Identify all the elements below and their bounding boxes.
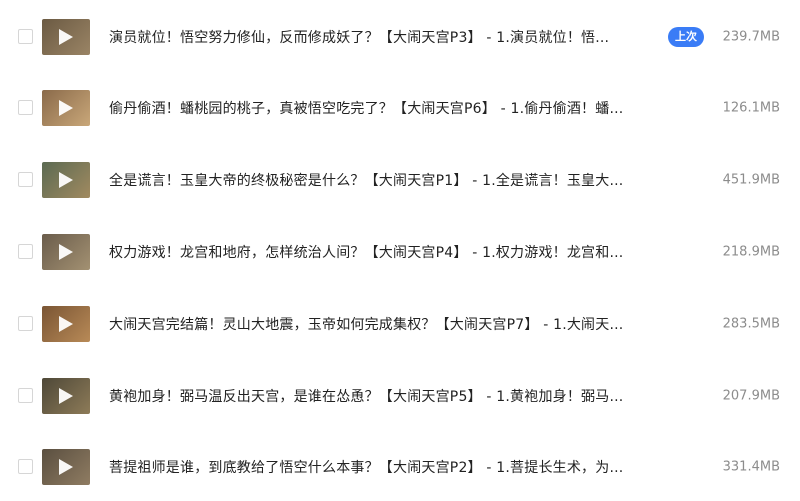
video-file-list: 演员就位！悟空努力修仙，反而修成妖了？【大闹天宫P3】 - 1.演员就位！悟..… <box>0 0 800 501</box>
last-watched-badge: 上次 <box>668 27 704 47</box>
file-size: 283.5MB <box>722 316 780 332</box>
play-icon <box>59 29 73 45</box>
play-icon <box>59 244 73 260</box>
play-icon <box>59 100 73 116</box>
select-checkbox[interactable] <box>18 100 33 115</box>
list-item[interactable]: 全是谎言！玉皇大帝的终极秘密是什么？【大闹天宫P1】 - 1.全是谎言！玉皇大.… <box>0 150 800 210</box>
list-item[interactable]: 大闹天宫完结篇！灵山大地震，玉帝如何完成集权？【大闹天宫P7】 - 1.大闹天.… <box>0 294 800 354</box>
select-checkbox[interactable] <box>18 316 33 331</box>
video-title[interactable]: 演员就位！悟空努力修仙，反而修成妖了？【大闹天宫P3】 - 1.演员就位！悟..… <box>109 27 609 47</box>
play-icon <box>59 172 73 188</box>
list-item[interactable]: 菩提祖师是谁，到底教给了悟空什么本事？【大闹天宫P2】 - 1.菩提长生术，为.… <box>0 437 800 497</box>
play-icon <box>59 388 73 404</box>
select-checkbox[interactable] <box>18 244 33 259</box>
play-icon <box>59 316 73 332</box>
video-thumbnail[interactable] <box>42 19 90 55</box>
file-size: 126.1MB <box>722 100 780 116</box>
video-thumbnail[interactable] <box>42 90 90 126</box>
select-checkbox[interactable] <box>18 172 33 187</box>
list-item[interactable]: 偷丹偷酒！蟠桃园的桃子，真被悟空吃完了？【大闹天宫P6】 - 1.偷丹偷酒！蟠.… <box>0 78 800 138</box>
video-thumbnail[interactable] <box>42 234 90 270</box>
list-item[interactable]: 演员就位！悟空努力修仙，反而修成妖了？【大闹天宫P3】 - 1.演员就位！悟..… <box>0 7 800 67</box>
file-size: 451.9MB <box>722 172 780 188</box>
play-icon <box>59 459 73 475</box>
file-size: 239.7MB <box>722 29 780 45</box>
list-item[interactable]: 权力游戏！龙宫和地府，怎样统治人间？【大闹天宫P4】 - 1.权力游戏！龙宫和.… <box>0 222 800 282</box>
video-title[interactable]: 权力游戏！龙宫和地府，怎样统治人间？【大闹天宫P4】 - 1.权力游戏！龙宫和.… <box>109 242 623 262</box>
list-item[interactable]: 黄袍加身！弼马温反出天宫，是谁在怂恿？【大闹天宫P5】 - 1.黄袍加身！弼马.… <box>0 366 800 426</box>
video-title[interactable]: 偷丹偷酒！蟠桃园的桃子，真被悟空吃完了？【大闹天宫P6】 - 1.偷丹偷酒！蟠.… <box>109 98 623 118</box>
select-checkbox[interactable] <box>18 459 33 474</box>
file-size: 331.4MB <box>722 459 780 475</box>
video-thumbnail[interactable] <box>42 306 90 342</box>
video-title[interactable]: 大闹天宫完结篇！灵山大地震，玉帝如何完成集权？【大闹天宫P7】 - 1.大闹天.… <box>109 314 623 334</box>
select-checkbox[interactable] <box>18 388 33 403</box>
file-size: 207.9MB <box>722 388 780 404</box>
video-thumbnail[interactable] <box>42 449 90 485</box>
select-checkbox[interactable] <box>18 29 33 44</box>
video-title[interactable]: 黄袍加身！弼马温反出天宫，是谁在怂恿？【大闹天宫P5】 - 1.黄袍加身！弼马.… <box>109 386 623 406</box>
video-thumbnail[interactable] <box>42 378 90 414</box>
file-size: 218.9MB <box>722 244 780 260</box>
video-title[interactable]: 全是谎言！玉皇大帝的终极秘密是什么？【大闹天宫P1】 - 1.全是谎言！玉皇大.… <box>109 170 623 190</box>
video-thumbnail[interactable] <box>42 162 90 198</box>
video-title[interactable]: 菩提祖师是谁，到底教给了悟空什么本事？【大闹天宫P2】 - 1.菩提长生术，为.… <box>109 457 623 477</box>
